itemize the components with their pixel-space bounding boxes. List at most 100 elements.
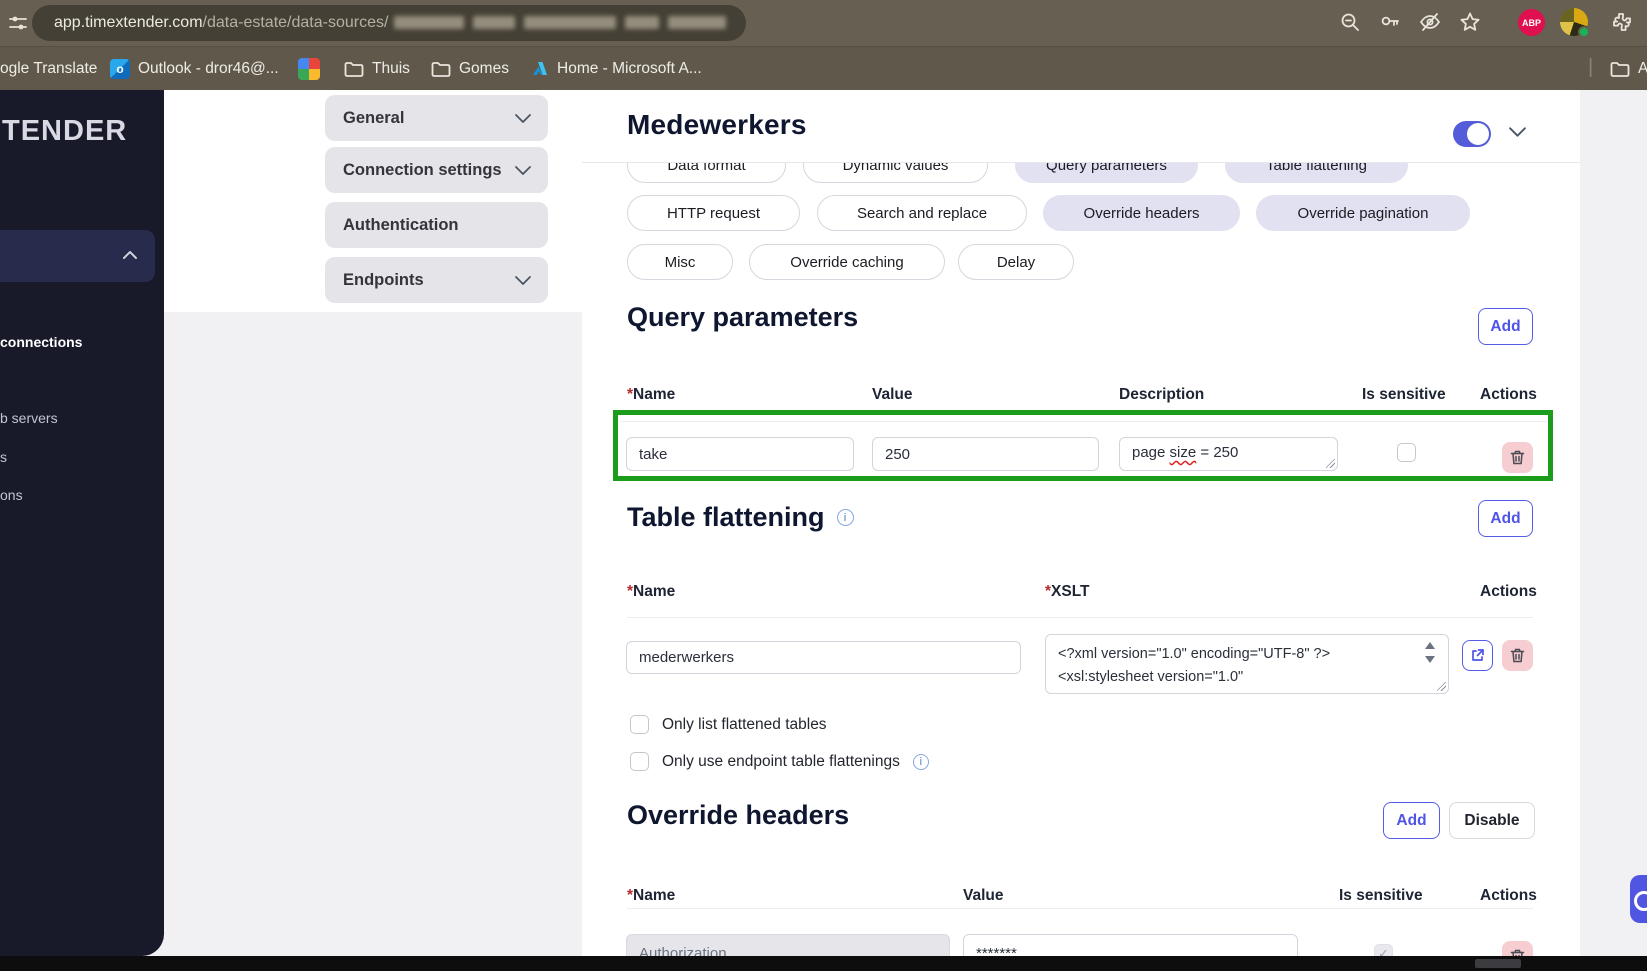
tf-delete-button[interactable] — [1502, 640, 1533, 671]
chevron-down-icon — [515, 165, 531, 175]
folder-icon — [1610, 62, 1630, 77]
bookmark-azure-home[interactable]: Home - Microsoft A... — [531, 47, 702, 91]
tab-chip-search-and-replace[interactable]: Search and replace — [817, 195, 1027, 231]
override-headers-heading: Override headers — [627, 800, 850, 830]
bookmark-star-icon[interactable] — [1459, 11, 1481, 33]
tab-chip-override-caching[interactable]: Override caching — [749, 244, 945, 280]
tab-chip-http-request[interactable]: HTTP request — [627, 195, 800, 231]
page-title: Medewerkers — [627, 109, 807, 140]
tf-header-divider — [627, 617, 1533, 618]
checkbox-label: Only list flattened tables — [662, 715, 827, 733]
sidebar-item-connections[interactable]: connections — [0, 334, 82, 350]
qp-col-actions: Actions — [1480, 386, 1537, 403]
profile-avatar[interactable] — [1560, 8, 1590, 38]
chevron-down-icon — [515, 113, 531, 123]
nav-label: Connection settings — [343, 160, 502, 179]
tf-name-input[interactable] — [626, 641, 1021, 674]
sidebar-selected-section[interactable] — [0, 230, 155, 282]
right-gutter — [1580, 90, 1647, 956]
override-headers-disable-button[interactable]: Disable — [1449, 802, 1535, 839]
bookmarks-separator: | — [1588, 56, 1594, 78]
only-list-flattened-tables-checkbox[interactable] — [630, 715, 649, 734]
floating-side-tab[interactable] — [1630, 875, 1647, 923]
info-icon[interactable]: i — [912, 753, 929, 770]
nav-section-authentication[interactable]: Authentication — [325, 202, 548, 248]
tune-icon[interactable] — [7, 12, 29, 34]
checkbox-label: Only use endpoint table flattenings — [662, 752, 900, 770]
outlook-icon: o — [110, 59, 130, 79]
nav-section-endpoints[interactable]: Endpoints — [325, 257, 548, 303]
collapse-chevron-down-icon[interactable] — [1508, 126, 1527, 138]
bookmark-folder-gomes[interactable]: Gomes — [431, 47, 509, 91]
oh-header-divider — [627, 908, 1533, 909]
qp-col-description: Description — [1119, 386, 1205, 403]
bookmark-label: Thuis — [372, 60, 410, 77]
resize-handle[interactable] — [1437, 682, 1446, 691]
tf-open-editor-button[interactable] — [1462, 640, 1493, 671]
tab-chip-misc[interactable]: Misc — [627, 244, 733, 280]
url-redacted-blur — [394, 14, 735, 32]
xslt-scroll-arrows[interactable] — [1425, 642, 1435, 663]
tab-chip-override-pagination[interactable]: Override pagination — [1256, 195, 1470, 231]
browser-toolbar: app.timextender.com/data-estate/data-sou… — [0, 0, 1647, 46]
address-bar[interactable]: app.timextender.com/data-estate/data-sou… — [32, 5, 746, 41]
external-link-icon — [1472, 649, 1484, 661]
scroll-down-arrow[interactable] — [1425, 656, 1435, 663]
scroll-up-arrow[interactable] — [1425, 642, 1435, 649]
oh-col-actions: Actions — [1480, 887, 1537, 904]
nav-label: Authentication — [343, 215, 459, 234]
bookmark-label: Outlook - dror46@... — [138, 60, 279, 77]
only-use-endpoint-flattenings-checkbox[interactable] — [630, 752, 649, 771]
tab-chip-delay[interactable]: Delay — [958, 244, 1074, 280]
nav-section-general[interactable]: General — [325, 95, 548, 141]
bookmark-label: ogle Translate — [0, 60, 98, 77]
nav-label: General — [343, 108, 405, 127]
bookmark-folder-right[interactable]: A — [1610, 47, 1647, 91]
tf-xslt-textarea[interactable]: <?xml version="1.0" encoding="UTF-8" ?> … — [1045, 634, 1449, 694]
password-key-icon[interactable] — [1379, 11, 1401, 33]
adblock-extension-badge[interactable]: ABP — [1518, 9, 1545, 36]
url-path: /data-estate/data-sources/ — [202, 14, 389, 31]
table-flattening-add-button[interactable]: Add — [1478, 500, 1533, 537]
bookmark-label: Gomes — [459, 60, 509, 77]
oh-col-is-sensitive: Is sensitive — [1339, 887, 1423, 904]
nav-section-connection-settings[interactable]: Connection settings — [325, 147, 548, 193]
annotation-highlight-box — [613, 410, 1553, 481]
url-host: app.timextender.com — [54, 14, 203, 31]
page-header-band: Medewerkers — [582, 90, 1580, 163]
folder-icon — [431, 62, 451, 77]
tab-chip-override-headers[interactable]: Override headers — [1043, 195, 1240, 231]
azure-icon — [533, 62, 547, 75]
extensions-puzzle-icon[interactable] — [1610, 11, 1632, 33]
screen: app.timextender.com/data-estate/data-sou… — [0, 0, 1647, 971]
only-list-flattened-tables-option: Only list flattened tables — [630, 715, 827, 734]
bookmark-google-translate[interactable]: ogle Translate — [0, 47, 97, 91]
oh-col-name: *Name — [627, 887, 676, 904]
sparkle-bookmark-icon[interactable] — [298, 58, 320, 80]
online-status-dot — [1578, 26, 1590, 38]
chevron-down-icon — [515, 275, 531, 285]
chevron-up-icon[interactable] — [122, 249, 138, 261]
zoom-search-icon[interactable] — [1339, 11, 1361, 33]
query-parameters-add-button[interactable]: Add — [1478, 308, 1533, 345]
sidebar-item-s[interactable]: s — [0, 449, 7, 465]
tf-col-name: *Name — [627, 583, 676, 600]
enabled-toggle[interactable] — [1453, 121, 1491, 147]
info-icon[interactable]: i — [836, 509, 854, 526]
only-use-endpoint-flattenings-option: Only use endpoint table flattenings i — [630, 752, 929, 771]
oh-col-value: Value — [963, 887, 1004, 904]
taskbar-blip — [1475, 959, 1521, 968]
eye-off-icon[interactable] — [1419, 11, 1441, 33]
sidebar-item-ons[interactable]: ons — [0, 487, 23, 503]
bottom-taskbar — [0, 956, 1647, 971]
app-sidebar: TENDER connections b servers s ons — [0, 90, 164, 956]
datasource-settings-card: Data format Dynamic values Query paramet… — [582, 90, 1580, 971]
bookmark-outlook[interactable]: o Outlook - dror46@... — [110, 47, 279, 91]
query-parameters-heading: Query parameters — [627, 302, 859, 332]
trash-icon — [1510, 648, 1525, 663]
bookmark-label: Home - Microsoft A... — [557, 60, 702, 77]
override-headers-add-button[interactable]: Add — [1383, 802, 1440, 839]
table-flattening-heading: Table flattening — [627, 502, 825, 532]
sidebar-item-web-servers[interactable]: b servers — [0, 410, 58, 426]
bookmark-folder-thuis[interactable]: Thuis — [344, 47, 410, 91]
